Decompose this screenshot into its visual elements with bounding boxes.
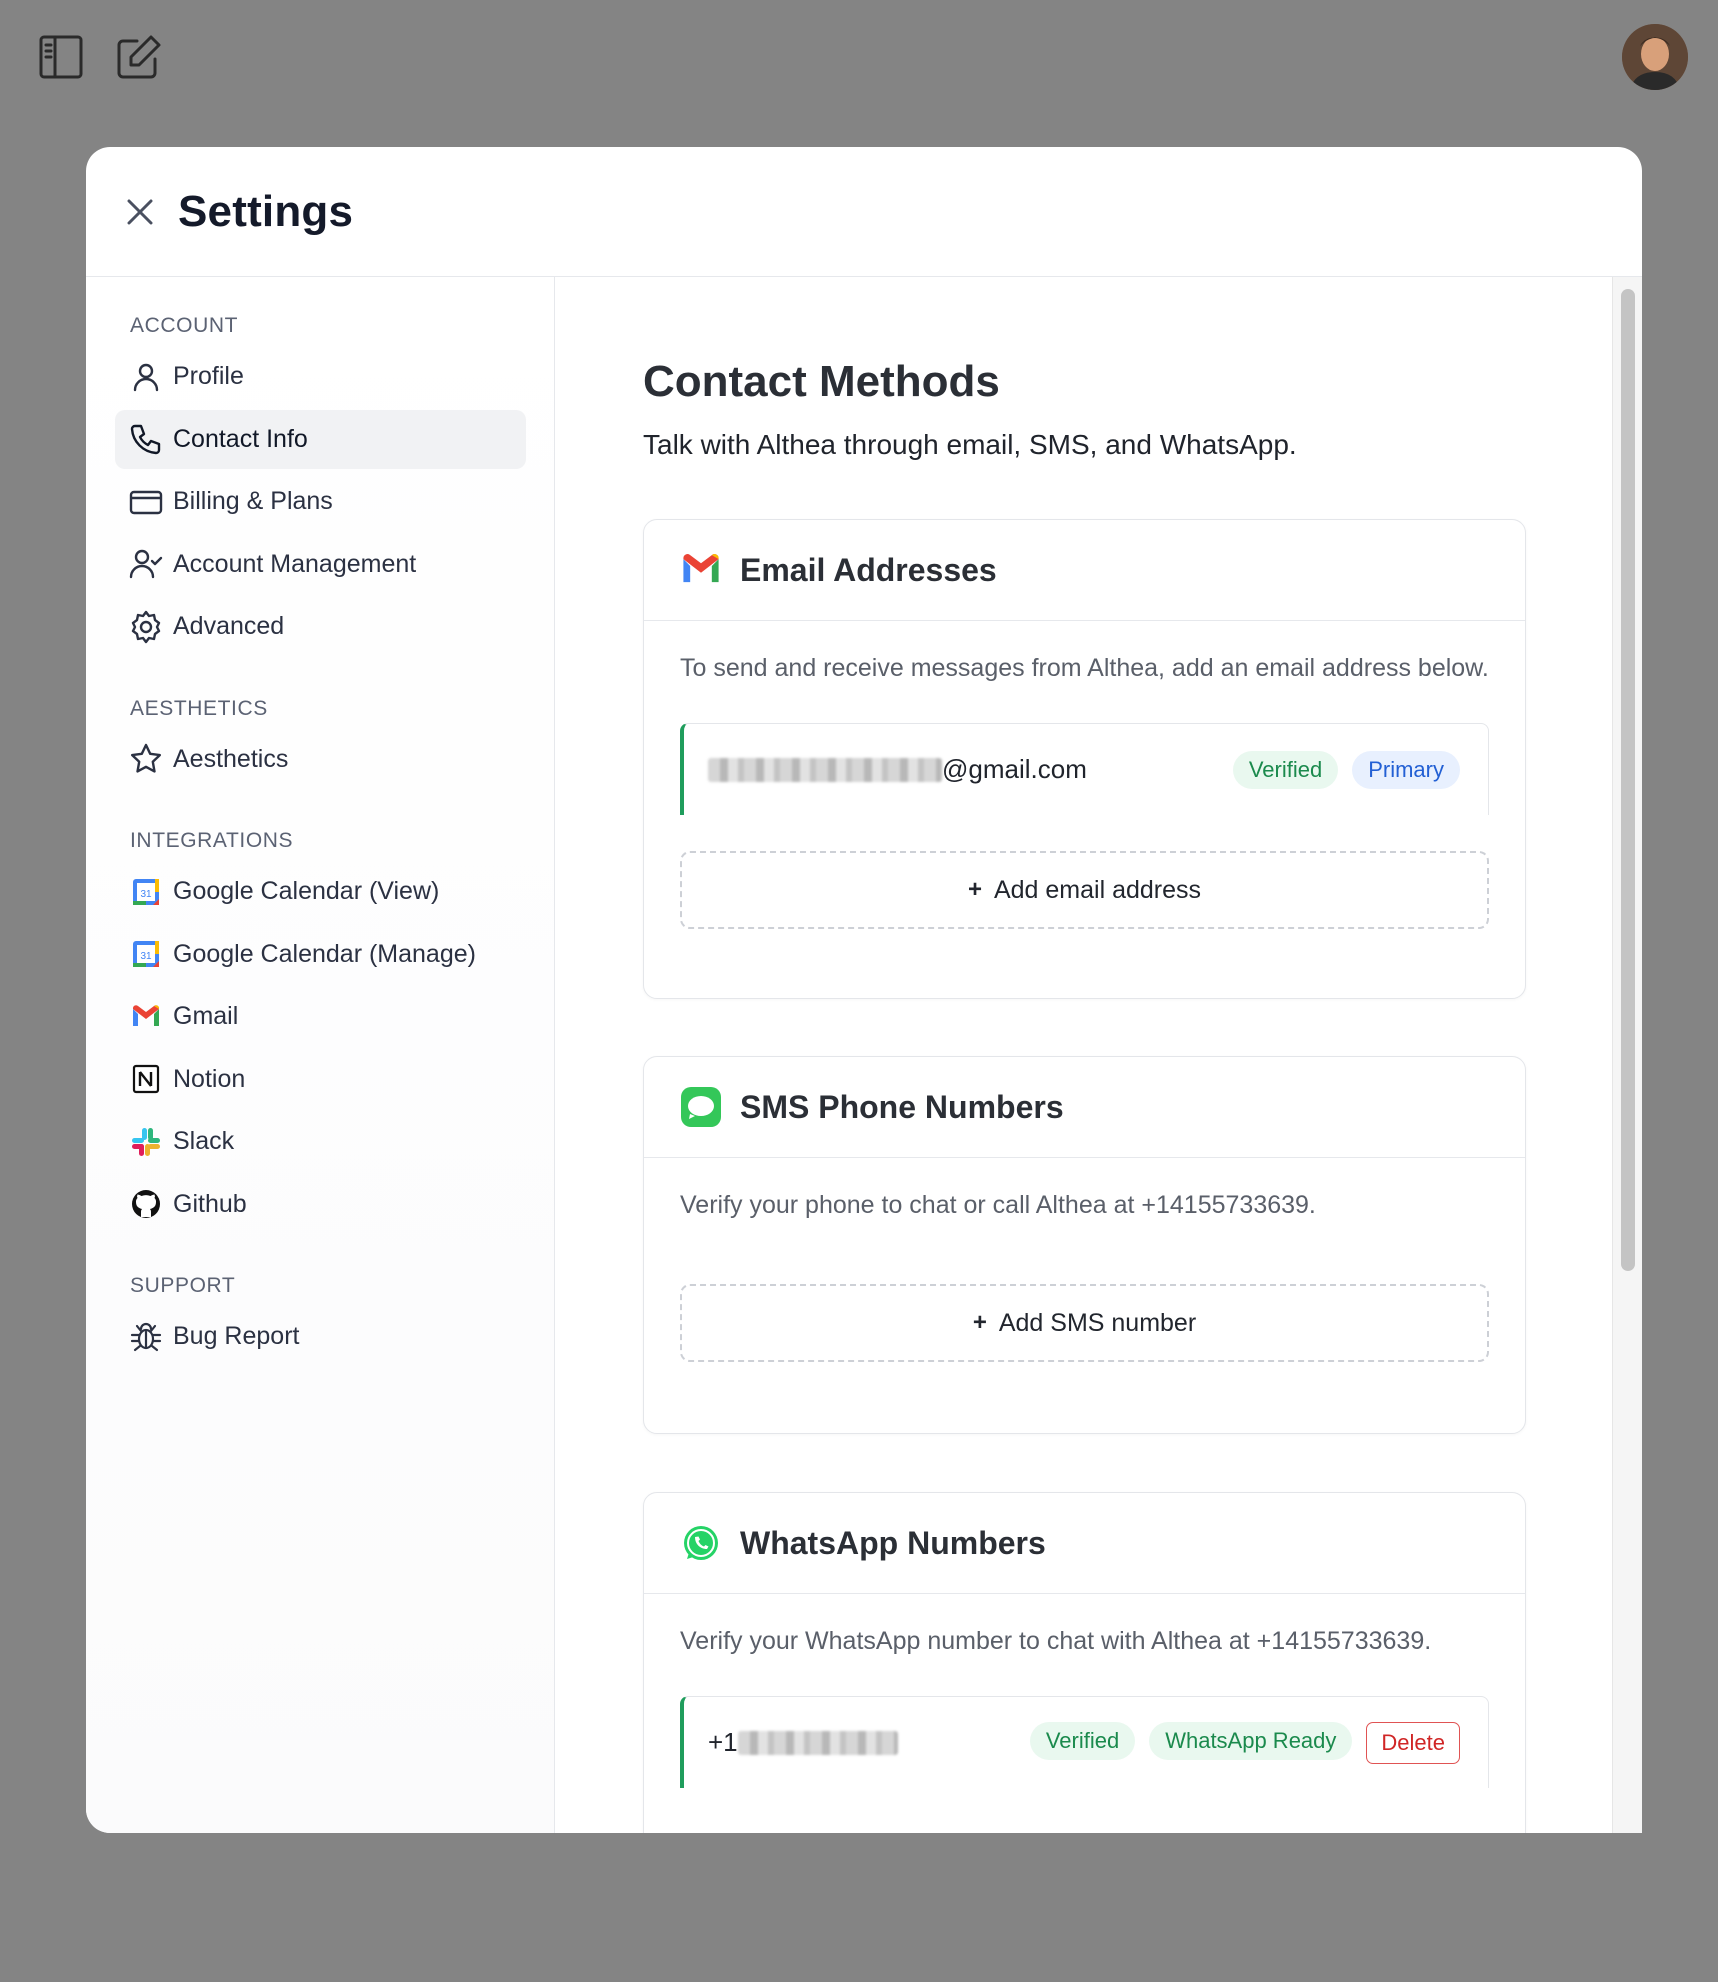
- section-label-integrations: INTEGRATIONS: [130, 829, 294, 852]
- close-button[interactable]: [120, 192, 160, 232]
- plus-icon: +: [972, 1309, 987, 1336]
- whatsapp-entry: +1 Verified WhatsApp Ready Delete: [680, 1696, 1489, 1788]
- sidebar-item-google-calendar-manage[interactable]: 31 Google Calendar (Manage): [115, 925, 526, 984]
- card-title: Email Addresses: [740, 551, 997, 588]
- email-domain: @gmail.com: [942, 754, 1087, 784]
- close-icon: [127, 199, 153, 224]
- sidebar-item-gmail[interactable]: Gmail: [115, 987, 526, 1046]
- verified-badge: Verified: [1029, 1721, 1136, 1760]
- sidebar-item-label: Aesthetics: [173, 744, 289, 773]
- sidebar-item-advanced[interactable]: Advanced: [115, 597, 526, 656]
- user-check-icon: [129, 547, 163, 581]
- messages-icon: [678, 1084, 724, 1130]
- email-entry: @gmail.com Verified Primary: [680, 723, 1489, 815]
- sidebar-item-label: Gmail: [173, 1002, 239, 1030]
- user-icon: [129, 360, 163, 394]
- card-description: To send and receive messages from Althea…: [680, 654, 1489, 682]
- whatsapp-number: +1: [708, 1727, 898, 1758]
- section-label-support: SUPPORT: [130, 1274, 236, 1297]
- whatsapp-ready-badge: WhatsApp Ready: [1149, 1721, 1353, 1760]
- primary-badge: Primary: [1352, 750, 1460, 789]
- plus-icon: +: [967, 876, 982, 903]
- sms-phone-numbers-card: SMS Phone Numbers Verify your phone to c…: [643, 1056, 1526, 1434]
- avatar[interactable]: [1622, 24, 1688, 90]
- settings-modal: Settings ACCOUNT Profile Contact Info Bi…: [86, 147, 1642, 1833]
- sidebar-item-label: Google Calendar (Manage): [173, 939, 476, 968]
- card-header: WhatsApp Numbers: [644, 1493, 1525, 1594]
- gmail-icon: [129, 1000, 163, 1034]
- sidebar-item-label: Notion: [173, 1064, 246, 1093]
- page-subtitle: Talk with Althea through email, SMS, and…: [643, 429, 1297, 460]
- gear-icon: [129, 610, 163, 644]
- google-calendar-icon: 31: [129, 875, 163, 909]
- sidebar-item-label: Profile: [173, 362, 244, 390]
- scrollbar[interactable]: [1612, 277, 1642, 1833]
- add-sms-label: Add SMS number: [998, 1308, 1197, 1337]
- card-description: Verify your phone to chat or call Althea…: [680, 1191, 1316, 1219]
- sidebar-item-google-calendar-view[interactable]: 31 Google Calendar (View): [115, 862, 526, 921]
- sidebar-item-profile[interactable]: Profile: [115, 347, 526, 406]
- sidebar-item-contact-info[interactable]: Contact Info: [115, 409, 526, 469]
- github-icon: [129, 1187, 163, 1221]
- card-header: SMS Phone Numbers: [644, 1057, 1525, 1158]
- modal-title: Settings: [178, 186, 354, 236]
- page-title: Contact Methods: [643, 357, 1000, 406]
- section-label-aesthetics: AESTHETICS: [130, 696, 268, 720]
- credit-card-icon: [129, 485, 163, 519]
- svg-text:31: 31: [140, 889, 152, 900]
- bug-icon: [129, 1320, 163, 1354]
- delete-button[interactable]: Delete: [1366, 1721, 1460, 1764]
- sidebar-item-label: Github: [173, 1189, 247, 1218]
- sidebar-item-billing[interactable]: Billing & Plans: [115, 472, 526, 531]
- sidebar-item-aesthetics[interactable]: Aesthetics: [115, 730, 526, 789]
- new-chat-button[interactable]: [114, 32, 164, 82]
- card-header: Email Addresses: [644, 520, 1525, 621]
- sidebar-item-github[interactable]: Github: [115, 1175, 526, 1234]
- redacted-text: [737, 1730, 898, 1755]
- slack-icon: [129, 1125, 163, 1159]
- card-description: Verify your WhatsApp number to chat with…: [680, 1627, 1432, 1655]
- star-icon: [129, 742, 163, 776]
- redacted-text: [708, 757, 942, 782]
- user-photo: [1622, 24, 1688, 90]
- add-email-button[interactable]: + Add email address: [680, 851, 1489, 929]
- gmail-icon: [678, 547, 724, 593]
- sidebar-item-slack[interactable]: Slack: [115, 1112, 526, 1171]
- sidebar-item-account-management[interactable]: Account Management: [115, 535, 526, 594]
- card-title: WhatsApp Numbers: [740, 1524, 1046, 1561]
- whatsapp-icon: [678, 1520, 724, 1566]
- sidebar-item-notion[interactable]: Notion: [115, 1050, 526, 1109]
- sidebar-item-label: Contact Info: [173, 424, 308, 453]
- edit-icon: [117, 35, 161, 79]
- settings-main-content: Contact Methods Talk with Althea through…: [555, 277, 1642, 1833]
- phone-icon: [129, 422, 163, 456]
- settings-sidebar: ACCOUNT Profile Contact Info Billing & P…: [86, 277, 555, 1833]
- whatsapp-numbers-card: WhatsApp Numbers Verify your WhatsApp nu…: [643, 1492, 1526, 1833]
- card-title: SMS Phone Numbers: [740, 1088, 1064, 1125]
- sidebar-item-label: Advanced: [173, 612, 285, 640]
- section-label-account: ACCOUNT: [130, 314, 239, 337]
- notion-icon: [129, 1062, 163, 1096]
- add-sms-button[interactable]: + Add SMS number: [680, 1284, 1489, 1362]
- sidebar-item-label: Account Management: [173, 549, 417, 578]
- sidebar-panel-icon: [39, 35, 83, 79]
- sidebar-item-label: Google Calendar (View): [173, 877, 440, 905]
- add-email-label: Add email address: [993, 875, 1202, 904]
- modal-header: Settings: [86, 147, 1642, 277]
- phone-prefix: +1: [708, 1727, 738, 1757]
- google-calendar-icon: 31: [129, 937, 163, 971]
- sidebar-item-bug-report[interactable]: Bug Report: [115, 1307, 526, 1366]
- email-addresses-card: Email Addresses To send and receive mess…: [643, 519, 1526, 999]
- sidebar-item-label: Bug Report: [173, 1322, 300, 1350]
- verified-badge: Verified: [1232, 750, 1339, 789]
- svg-text:31: 31: [140, 951, 152, 962]
- sidebar-toggle-button[interactable]: [36, 32, 86, 82]
- sidebar-item-label: Slack: [173, 1127, 235, 1155]
- sidebar-item-label: Billing & Plans: [173, 487, 333, 515]
- scrollbar-thumb[interactable]: [1621, 289, 1635, 1271]
- email-address: @gmail.com: [708, 754, 1087, 785]
